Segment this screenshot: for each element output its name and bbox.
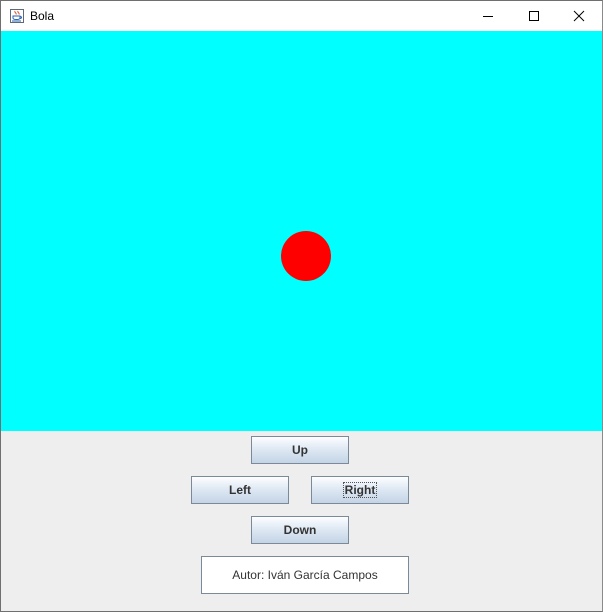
left-button[interactable]: Left xyxy=(191,476,289,504)
close-button[interactable] xyxy=(556,1,602,31)
maximize-button[interactable] xyxy=(511,1,557,31)
minimize-icon xyxy=(483,16,493,17)
red-ball xyxy=(281,231,331,281)
app-window: Bola Up Left Right Down Autor: Iván Garc… xyxy=(0,0,603,612)
right-button[interactable]: Right xyxy=(311,476,409,504)
down-button[interactable]: Down xyxy=(251,516,349,544)
title-bar[interactable]: Bola xyxy=(1,1,602,31)
window-title: Bola xyxy=(30,9,55,23)
control-panel: Up Left Right Down Autor: Iván García Ca… xyxy=(1,431,602,611)
close-icon xyxy=(573,10,585,22)
right-button-label: Right xyxy=(342,482,378,498)
up-button[interactable]: Up xyxy=(251,436,349,464)
game-canvas xyxy=(1,31,602,431)
author-label: Autor: Iván García Campos xyxy=(201,556,409,594)
up-button-label: Up xyxy=(292,443,308,457)
left-button-label: Left xyxy=(229,483,251,497)
maximize-icon xyxy=(529,11,539,21)
down-button-label: Down xyxy=(283,523,317,537)
java-cup-icon xyxy=(9,8,25,24)
minimize-button[interactable] xyxy=(465,1,511,31)
